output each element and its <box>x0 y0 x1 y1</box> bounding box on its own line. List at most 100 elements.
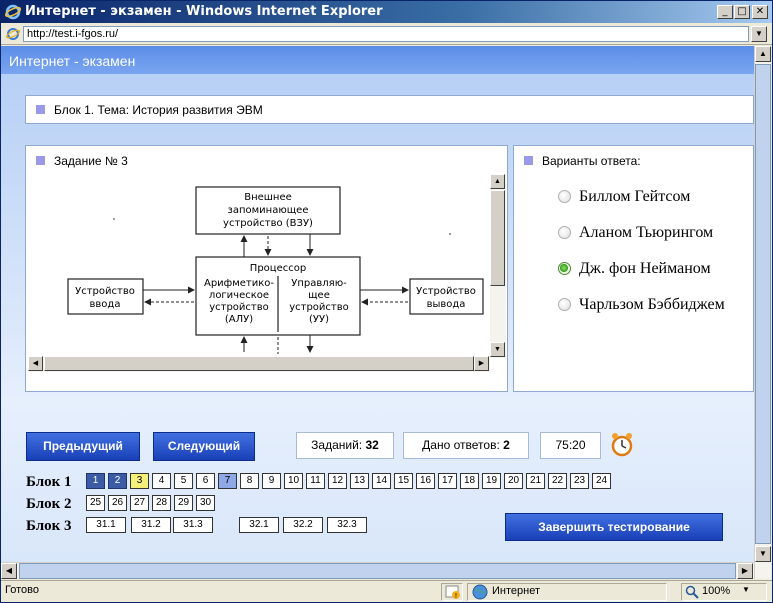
question-box[interactable]: 26 <box>108 495 127 511</box>
question-box[interactable]: 14 <box>372 473 391 489</box>
bullet-icon <box>524 156 533 165</box>
radio-button-selected[interactable] <box>558 262 571 275</box>
question-box[interactable]: 24 <box>592 473 611 489</box>
alu-label-3: устройство <box>209 302 269 313</box>
zone-text: Интернет <box>492 585 540 597</box>
next-button[interactable]: Следующий <box>153 432 255 461</box>
question-box[interactable]: 23 <box>570 473 589 489</box>
question-box[interactable]: 17 <box>438 473 457 489</box>
uu-label-1: Управляю- <box>291 278 347 289</box>
task-title: Задание № 3 <box>54 154 128 168</box>
scroll-down-icon[interactable]: ▼ <box>490 342 505 357</box>
page-vertical-scrollbar[interactable]: ▲ ▼ <box>754 46 771 579</box>
answer-label[interactable]: Дж. фон Нейманом <box>579 260 711 278</box>
address-dropdown-icon[interactable]: ▼ <box>751 26 767 42</box>
question-box[interactable]: 32.1 <box>239 517 279 533</box>
block-3-label: Блок 3 <box>26 518 72 534</box>
question-box[interactable]: 31.3 <box>173 517 213 533</box>
block-title: Блок 1. Тема: История развития ЭВМ <box>25 95 754 124</box>
page-icon <box>6 28 20 40</box>
question-box[interactable]: 3 <box>130 473 149 489</box>
block-title-text: Блок 1. Тема: История развития ЭВМ <box>54 103 263 117</box>
question-box[interactable]: 11 <box>306 473 325 489</box>
radio-button[interactable] <box>558 190 571 203</box>
question-box[interactable]: 18 <box>460 473 479 489</box>
scroll-up-icon[interactable]: ▲ <box>490 174 505 189</box>
question-box[interactable]: 31.1 <box>86 517 126 533</box>
output-label-1: Устройство <box>416 286 476 297</box>
question-box[interactable]: 21 <box>526 473 545 489</box>
page-header: Интернет - экзамен <box>1 46 754 74</box>
question-box[interactable]: 15 <box>394 473 413 489</box>
minimize-button[interactable]: _ <box>717 5 733 19</box>
processor-label: Процессор <box>250 263 306 274</box>
scroll-thumb[interactable] <box>490 190 505 286</box>
vzu-label-2: запоминающее <box>228 205 309 216</box>
tasks-count: 32 <box>365 438 379 452</box>
question-box[interactable]: 29 <box>174 495 193 511</box>
maximize-button[interactable]: □ <box>734 5 750 19</box>
scroll-right-icon[interactable]: ▶ <box>474 356 489 371</box>
close-button[interactable]: ✕ <box>752 5 768 19</box>
radio-button[interactable] <box>558 298 571 311</box>
task-vertical-scrollbar[interactable]: ▲ ▼ <box>490 174 506 358</box>
scroll-up-icon[interactable]: ▲ <box>755 46 771 62</box>
answers-title: Варианты ответа: <box>542 154 641 168</box>
status-text: Готово <box>5 584 39 596</box>
zoom-dropdown-icon[interactable]: ▼ <box>742 585 750 594</box>
question-box[interactable]: 19 <box>482 473 501 489</box>
question-box[interactable]: 2 <box>108 473 127 489</box>
page-horizontal-scrollbar[interactable]: ◀ ▶ <box>1 562 754 579</box>
question-box[interactable]: 20 <box>504 473 523 489</box>
scroll-thumb[interactable] <box>19 563 736 579</box>
question-box[interactable]: 9 <box>262 473 281 489</box>
answer-label[interactable]: Аланом Тьюрингом <box>579 224 713 242</box>
scroll-left-icon[interactable]: ◀ <box>28 356 43 371</box>
question-box[interactable]: 32.3 <box>327 517 367 533</box>
scroll-thumb[interactable] <box>44 356 474 371</box>
question-box[interactable]: 25 <box>86 495 105 511</box>
question-box[interactable]: 10 <box>284 473 303 489</box>
radio-button[interactable] <box>558 226 571 239</box>
magnifier-icon <box>685 585 699 599</box>
question-box[interactable]: 16 <box>416 473 435 489</box>
svg-text:!: ! <box>455 593 457 599</box>
alu-label-4: (АЛУ) <box>225 314 253 325</box>
scroll-left-icon[interactable]: ◀ <box>1 563 17 579</box>
ie-window: Интернет - экзамен - Windows Internet Ex… <box>0 0 773 603</box>
input-label-2: ввода <box>90 299 121 310</box>
question-box[interactable]: 4 <box>152 473 171 489</box>
computer-architecture-diagram: Внешнее запоминающее устройство (ВЗУ) Пр… <box>30 172 488 354</box>
question-box[interactable]: 1 <box>86 473 105 489</box>
question-box[interactable]: 6 <box>196 473 215 489</box>
question-box[interactable]: 8 <box>240 473 259 489</box>
zoom-cell[interactable]: 100% ▼ <box>681 583 767 601</box>
question-box[interactable]: 31.2 <box>131 517 171 533</box>
zoom-level: 100% <box>702 585 731 597</box>
security-warning-icon: ! <box>445 585 460 599</box>
question-box[interactable]: 32.2 <box>283 517 323 533</box>
address-input[interactable]: http://test.i-fgos.ru/ <box>23 26 749 42</box>
uu-label-3: устройство <box>289 302 349 313</box>
task-horizontal-scrollbar[interactable]: ◀ ▶ <box>28 356 490 372</box>
scroll-down-icon[interactable]: ▼ <box>755 546 771 562</box>
input-label-1: Устройство <box>75 286 135 297</box>
question-box[interactable]: 5 <box>174 473 193 489</box>
answer-label[interactable]: Биллом Гейтсом <box>579 188 690 206</box>
bullet-icon <box>36 156 45 165</box>
question-box[interactable]: 13 <box>350 473 369 489</box>
answer-label[interactable]: Чарльзом Бэббиджем <box>579 296 725 314</box>
window-title: Интернет - экзамен - Windows Internet Ex… <box>25 4 383 19</box>
question-box[interactable]: 30 <box>196 495 215 511</box>
zone-cell: Интернет <box>467 583 667 601</box>
question-box[interactable]: 22 <box>548 473 567 489</box>
scroll-right-icon[interactable]: ▶ <box>737 563 753 579</box>
question-box[interactable]: 28 <box>152 495 171 511</box>
question-box[interactable]: 27 <box>130 495 149 511</box>
answered-count: 2 <box>503 438 510 452</box>
previous-button[interactable]: Предыдущий <box>26 432 140 461</box>
finish-test-button[interactable]: Завершить тестирование <box>505 513 723 541</box>
question-box[interactable]: 7 <box>218 473 237 489</box>
question-box[interactable]: 12 <box>328 473 347 489</box>
scroll-thumb[interactable] <box>755 64 771 544</box>
